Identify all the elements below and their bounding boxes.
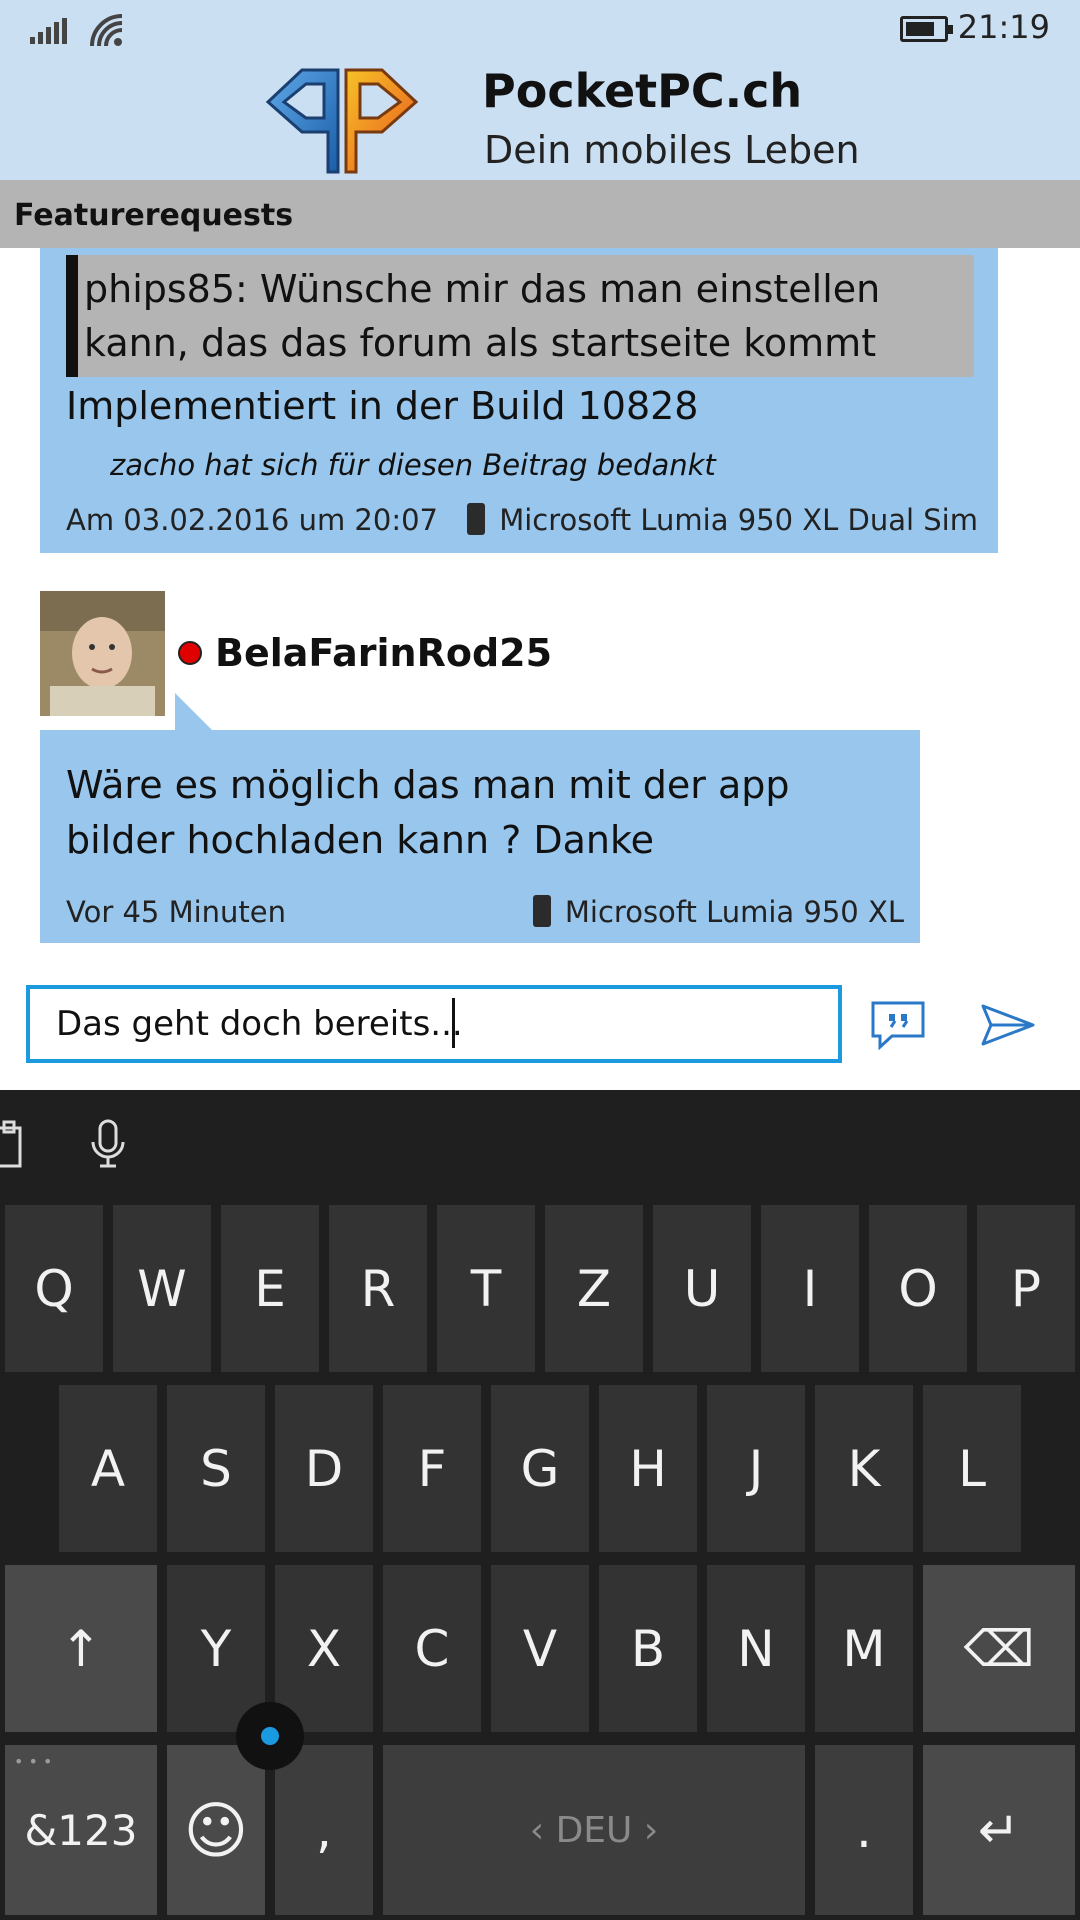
clipboard-icon[interactable] — [0, 1120, 26, 1170]
more-dots: • • • — [14, 1752, 53, 1771]
key-c[interactable]: C — [383, 1565, 481, 1732]
post-device-label: Microsoft Lumia 950 XL — [564, 895, 904, 929]
key-g[interactable]: G — [491, 1385, 589, 1552]
emoji-key[interactable]: ☺ — [167, 1745, 265, 1915]
reply-input[interactable] — [26, 985, 842, 1063]
status-bar: 21:19 — [0, 0, 1080, 60]
key-n[interactable]: N — [707, 1565, 805, 1732]
keyboard-language-label: ‹ DEU › — [529, 1809, 659, 1851]
text-caret — [452, 998, 455, 1048]
backspace-key[interactable]: ⌫ — [923, 1565, 1075, 1732]
thanks-note: zacho hat sich für diesen Beitrag bedank… — [110, 448, 716, 482]
key-j[interactable]: J — [707, 1385, 805, 1552]
post-device: Microsoft Lumia 950 XL — [532, 895, 904, 930]
period-key[interactable]: . — [815, 1745, 913, 1915]
avatar-image — [40, 591, 165, 716]
post-device: Microsoft Lumia 950 XL Dual Sim — [467, 503, 978, 538]
key-d[interactable]: D — [275, 1385, 373, 1552]
status-time: 21:19 — [957, 8, 1050, 46]
key-f[interactable]: F — [383, 1385, 481, 1552]
space-key[interactable]: ‹ DEU › — [383, 1745, 805, 1915]
key-t[interactable]: T — [437, 1205, 535, 1372]
phone-icon — [467, 503, 486, 535]
key-v[interactable]: V — [491, 1565, 589, 1732]
bubble-tail — [175, 693, 213, 731]
wifi-icon — [90, 14, 123, 47]
online-status-icon — [178, 641, 202, 665]
quote-text: phips85: Wünsche mir das man einstellen … — [84, 267, 881, 365]
post-date: Am 03.02.2016 um 20:07 — [66, 503, 438, 537]
section-title: Featurerequests — [14, 198, 294, 233]
key-s[interactable]: S — [167, 1385, 265, 1552]
key-r[interactable]: R — [329, 1205, 427, 1372]
battery-icon — [900, 16, 953, 42]
pocketpc-logo — [265, 68, 419, 174]
key-w[interactable]: W — [113, 1205, 211, 1372]
post-date: Vor 45 Minuten — [66, 895, 287, 929]
key-k[interactable]: K — [815, 1385, 913, 1552]
brand-subtitle: Dein mobiles Leben — [484, 128, 860, 172]
key-z[interactable]: Z — [545, 1205, 643, 1372]
post-text: Implementiert in der Build 10828 — [66, 384, 699, 428]
key-u[interactable]: U — [653, 1205, 751, 1372]
send-icon[interactable] — [980, 1003, 1036, 1047]
key-h[interactable]: H — [599, 1385, 697, 1552]
key-q[interactable]: Q — [5, 1205, 103, 1372]
post-device-label: Microsoft Lumia 950 XL Dual Sim — [499, 503, 978, 537]
microphone-icon[interactable] — [88, 1118, 128, 1170]
quote-bar — [66, 255, 78, 377]
key-o[interactable]: O — [869, 1205, 967, 1372]
key-i[interactable]: I — [761, 1205, 859, 1372]
phone-icon — [532, 895, 551, 927]
post-text: Wäre es möglich das man mit der app bild… — [66, 763, 790, 862]
key-b[interactable]: B — [599, 1565, 697, 1732]
avatar[interactable] — [40, 591, 165, 716]
key-l[interactable]: L — [923, 1385, 1021, 1552]
post-username[interactable]: BelaFarinRod25 — [215, 631, 552, 675]
key-p[interactable]: P — [977, 1205, 1075, 1372]
enter-key[interactable]: ↵ — [923, 1745, 1075, 1915]
key-m[interactable]: M — [815, 1565, 913, 1732]
signal-icon — [30, 18, 67, 44]
shift-key[interactable]: ↑ — [5, 1565, 157, 1732]
comma-key[interactable]: , — [275, 1745, 373, 1915]
quote-icon[interactable] — [870, 1000, 926, 1050]
brand-title: PocketPC.ch — [482, 64, 803, 118]
key-e[interactable]: E — [221, 1205, 319, 1372]
key-a[interactable]: A — [59, 1385, 157, 1552]
cursor-control-handle[interactable] — [236, 1702, 304, 1770]
key-x[interactable]: X — [275, 1565, 373, 1732]
